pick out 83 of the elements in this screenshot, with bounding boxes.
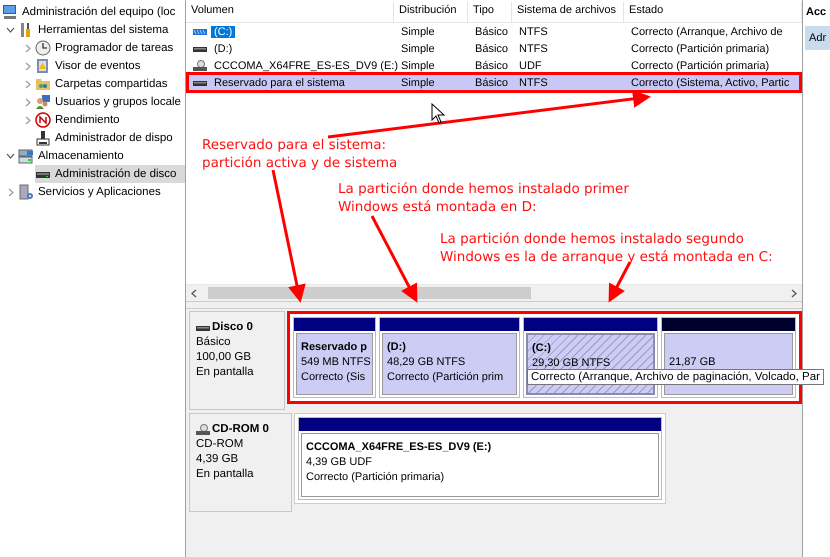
table-cell: UDF xyxy=(519,60,542,72)
table-row[interactable]: CCCOMA_X64FRE_ES-ES_DV9 (E:) Simple Básico UDF Correcto (Partición primaria) xyxy=(188,57,800,74)
scroll-left-icon[interactable] xyxy=(190,288,198,298)
chevron-right-icon[interactable] xyxy=(24,44,30,52)
cursor-icon xyxy=(432,102,446,124)
disk-info: 4,39 GB xyxy=(196,452,240,467)
tooltip: Correcto (Arranque, Archivo de paginación, Volcado, Par xyxy=(527,369,824,385)
column-header[interactable]: Sistema de archivos xyxy=(512,2,624,22)
partition-info: 4,39 GB UDF xyxy=(306,455,374,470)
table-cell: Correcto (Partición primaria) xyxy=(631,60,770,72)
partition[interactable]: (D:) 48,29 GB NTFS Correcto (Partición prim xyxy=(379,317,520,398)
tree-item[interactable]: Rendimiento xyxy=(35,111,185,129)
panel-title: Acc xyxy=(805,5,828,20)
table-cell: Básico xyxy=(475,76,508,88)
tree-item[interactable]: Administración del equipo (loc xyxy=(2,3,185,21)
table-cell: Simple xyxy=(401,76,435,88)
tree-item[interactable]: Carpetas compartidas xyxy=(35,75,185,93)
tree-item[interactable]: Administración de disco xyxy=(35,165,185,183)
column-header[interactable]: Estado xyxy=(624,2,802,22)
partition-title: (D:) xyxy=(387,340,407,355)
partition-info: Correcto (Sis xyxy=(301,370,366,385)
column-header[interactable]: Tipo xyxy=(468,2,512,22)
tree-item[interactable]: Administrador de dispo xyxy=(35,129,185,147)
tree-item[interactable]: Herramientas del sistema xyxy=(18,21,185,39)
partition-title: (C:) xyxy=(532,341,552,356)
table-cell: Básico xyxy=(475,26,508,38)
column-header[interactable]: Distribución xyxy=(394,2,468,22)
annotation-text: La partición donde hemos instalado primer Windows está montada en D: xyxy=(338,180,629,216)
table-cell[interactable]: CCCOMA_X64FRE_ES-ES_DV9 (E:) xyxy=(211,60,401,72)
disk-info: CD-ROM xyxy=(196,437,244,452)
disk-info: 100,00 GB xyxy=(196,350,252,365)
tree-item[interactable]: Visor de eventos xyxy=(35,57,185,75)
annotation-text: Reservado para el sistema: partición activa y de sistema xyxy=(202,136,398,172)
table-cell: NTFS xyxy=(519,26,548,38)
disk-name: CD-ROM 0 xyxy=(212,422,269,437)
table-cell: Básico xyxy=(475,42,508,54)
table-cell: Correcto (Sistema, Activo, Partic xyxy=(631,76,790,88)
tree-item[interactable]: Almacenamiento xyxy=(18,147,185,165)
partition-info: 48,29 GB NTFS xyxy=(387,355,466,370)
table-row[interactable]: Reservado para el sistema Simple Básico NTFS Correcto (Sistema, Activo, Partic xyxy=(188,74,800,91)
table-cell[interactable]: Reservado para el sistema xyxy=(211,76,348,88)
chevron-right-icon[interactable] xyxy=(24,62,30,70)
table-cell: NTFS xyxy=(519,42,548,54)
chevron-right-icon[interactable] xyxy=(8,188,14,196)
table-cell: Correcto (Arranque, Archivo de xyxy=(631,26,783,38)
partition-title: Reservado p xyxy=(301,340,368,355)
table-cell: Simple xyxy=(401,26,435,38)
tree-item[interactable]: Servicios y Aplicaciones xyxy=(18,183,185,201)
partition-info: Correcto (Partición primaria) xyxy=(306,470,446,485)
scroll-right-icon[interactable] xyxy=(790,288,798,298)
partition-title: CCCOMA_X64FRE_ES-ES_DV9 (E:) xyxy=(306,440,492,455)
disk-label-panel[interactable]: Disco 0 Básico 100,00 GB En pantalla xyxy=(189,311,285,410)
chevron-right-icon[interactable] xyxy=(24,98,30,106)
partition-info: Correcto (Partición prim xyxy=(387,370,504,385)
tree-item[interactable]: Usuarios y grupos locale xyxy=(35,93,185,111)
partition-info: 29,30 GB NTFS xyxy=(532,356,612,371)
chevron-right-icon[interactable] xyxy=(24,80,30,88)
table-cell: Básico xyxy=(475,60,508,72)
table-cell: Correcto (Partición primaria) xyxy=(631,42,770,54)
disk-info: Básico xyxy=(196,335,232,350)
disk-info: En pantalla xyxy=(196,467,255,482)
chevron-down-icon[interactable] xyxy=(6,27,15,33)
partition[interactable]: Reservado p 549 MB NTFS Correcto (Sis xyxy=(293,317,376,398)
horizontal-scrollbar[interactable] xyxy=(186,284,802,301)
table-cell[interactable]: (C:) xyxy=(211,26,236,38)
table-cell[interactable]: (D:) xyxy=(211,42,236,54)
disk-name: Disco 0 xyxy=(212,320,253,335)
partition-info: 21,87 GB xyxy=(669,355,716,370)
column-header[interactable]: Volumen xyxy=(186,2,394,22)
tree-item[interactable]: Programador de tareas xyxy=(35,39,185,57)
table-row[interactable]: (C:) Simple Básico NTFS Correcto (Arranque, Archivo de xyxy=(188,23,800,40)
table-cell: NTFS xyxy=(519,76,548,88)
partition[interactable]: CCCOMA_X64FRE_ES-ES_DV9 (E:) 4,39 GB UDF Correcto (Partición primaria) xyxy=(298,417,662,500)
chevron-down-icon[interactable] xyxy=(6,153,15,159)
disk-label-panel[interactable]: CD-ROM 0 CD-ROM 4,39 GB En pantalla xyxy=(189,413,292,512)
table-cell: Simple xyxy=(401,60,435,72)
disk-info: En pantalla xyxy=(196,365,255,380)
scrollbar-thumb[interactable] xyxy=(208,287,531,299)
table-row[interactable]: (D:) Simple Básico NTFS Correcto (Partición primaria) xyxy=(188,40,800,57)
action-item[interactable]: Adr xyxy=(805,26,830,50)
chevron-right-icon[interactable] xyxy=(24,116,30,124)
partition-info: 549 MB NTFS xyxy=(301,355,370,370)
table-cell: Simple xyxy=(401,42,435,54)
